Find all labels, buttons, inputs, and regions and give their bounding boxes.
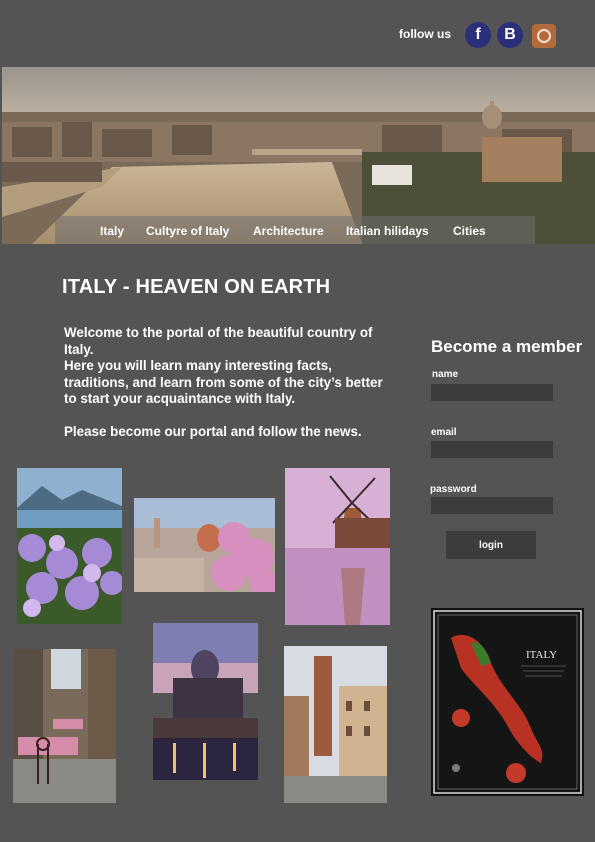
nav-item-culture[interactable]: Cultyre of Italy — [146, 224, 229, 238]
nav-item-cities[interactable]: Cities — [453, 224, 486, 238]
login-button[interactable]: login — [446, 531, 536, 559]
email-field[interactable] — [431, 441, 553, 458]
intro-paragraph-facts: Here you will learn many interesting fac… — [64, 358, 383, 406]
form-heading: Become a member — [431, 337, 583, 356]
facebook-icon[interactable]: f — [465, 22, 491, 48]
nav-item-holidays[interactable]: Italian hilidays — [346, 224, 429, 238]
name-field[interactable] — [431, 384, 553, 401]
password-label: password — [430, 484, 477, 495]
name-label: name — [432, 369, 459, 380]
poster-title: ITALY — [526, 649, 557, 661]
photo-lake-hydrangeas — [17, 468, 122, 624]
password-field[interactable] — [431, 497, 553, 514]
photo-windmill — [285, 468, 390, 625]
email-label: email — [431, 427, 457, 438]
b-social-icon[interactable]: B — [497, 22, 523, 48]
intro-paragraph-welcome: Welcome to the portal of the beautiful c… — [64, 325, 373, 357]
photo-st-peters — [153, 623, 258, 780]
main-nav: Italy Cultyre of Italy Architecture Ital… — [55, 216, 535, 244]
intro-text: Welcome to the portal of the beautiful c… — [64, 325, 394, 440]
follow-us-label: follow us — [399, 27, 451, 41]
instagram-icon[interactable] — [532, 24, 556, 48]
nav-item-italy[interactable]: Italy — [100, 224, 124, 238]
nav-item-architecture[interactable]: Architecture — [253, 224, 324, 238]
italy-food-map-poster: ITALY — [431, 608, 584, 796]
photo-alley-cafe — [13, 649, 116, 803]
photo-florence-blossoms — [134, 498, 275, 592]
photo-street-tower — [284, 646, 387, 803]
page-title: ITALY - HEAVEN ON EARTH — [62, 276, 331, 298]
intro-cta: Please become our portal and follow the … — [64, 423, 362, 439]
